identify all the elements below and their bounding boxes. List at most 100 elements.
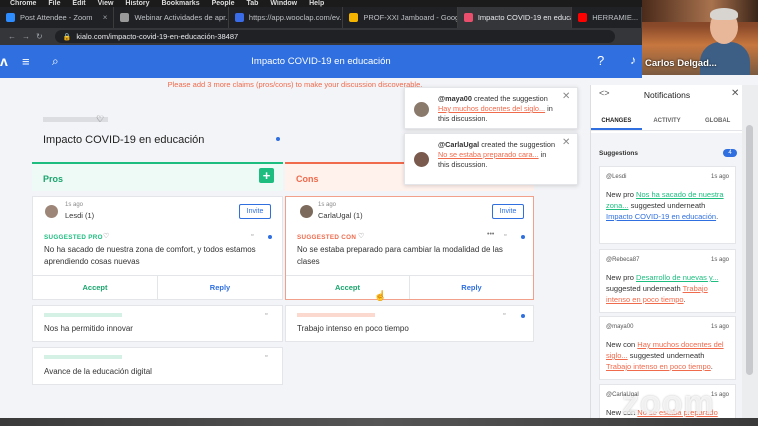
scrollbar-thumb[interactable] xyxy=(746,125,753,375)
url-field[interactable]: 🔒 kialo.com/impacto-covid-19-en-educación… xyxy=(54,30,615,43)
suggested-con-tag: SUGGESTED CON xyxy=(297,234,357,241)
suggested-pro-tag: SUGGESTED PRO xyxy=(44,234,103,241)
browser-tab[interactable]: Webinar Actividades de apr...× xyxy=(114,7,229,28)
timestamp: 1s ago xyxy=(65,202,84,208)
close-icon[interactable]: ✕ xyxy=(562,92,570,102)
browser-tab-strip: Post Attendee - Zoom × Webinar Actividade… xyxy=(0,7,642,28)
unread-dot-icon xyxy=(521,314,525,318)
con-claim-card[interactable]: ▫ Trabajo intenso en poco tiempo xyxy=(285,305,534,342)
menu-tab[interactable]: Tab xyxy=(246,0,258,7)
kialo-header: ʌ ≡ ⌕ Impacto COVID-19 en educación ? ♪ xyxy=(0,45,642,78)
section-label: Suggestions xyxy=(599,150,639,157)
accept-button[interactable]: Accept xyxy=(33,276,158,299)
suggestion-toast[interactable]: @maya00 created the suggestion Hay mucho… xyxy=(404,87,578,129)
tab-activity[interactable]: ACTIVITY xyxy=(642,113,693,130)
heart-icon[interactable]: ♡ xyxy=(96,114,104,125)
kialo-favicon-icon xyxy=(463,13,473,22)
browser-tab[interactable]: https://app.wooclap.com/ev...× xyxy=(229,7,344,28)
comment-icon[interactable]: ▫ xyxy=(503,311,505,318)
claim-text[interactable]: No ha sacado de nuestra zona de comfort,… xyxy=(44,244,274,268)
notification-item[interactable]: @maya00 1s ago New con Hay muchos docente… xyxy=(599,316,736,380)
browser-tab[interactable]: HERRAMIE... xyxy=(572,7,642,28)
reply-button[interactable]: Reply xyxy=(158,276,282,299)
claim-text: Nos ha permitido innovar xyxy=(44,324,133,333)
webcam-video: Carlos Delgad... xyxy=(642,0,758,75)
comment-icon[interactable]: ▫ xyxy=(265,353,267,360)
notifications-panel: <> Notifications ✕ CHANGES ACTIVITY GLOB… xyxy=(590,85,743,426)
suggestion-link[interactable]: No se estaba preparado cara... xyxy=(438,150,539,159)
scrollbar[interactable] xyxy=(742,85,758,426)
menu-history[interactable]: History xyxy=(125,0,149,7)
lock-icon: 🔒 xyxy=(62,33,72,41)
bell-icon[interactable]: ♪ xyxy=(630,53,636,67)
notifications-tabs: CHANGES ACTIVITY GLOBAL xyxy=(591,113,743,131)
reply-button[interactable]: Reply xyxy=(410,276,533,299)
more-options-icon[interactable]: ••• xyxy=(487,231,494,238)
notifications-list: Suggestions 4 @Lesdi 1s ago New pro Nos h… xyxy=(591,133,743,426)
menu-bookmarks[interactable]: Bookmarks xyxy=(161,0,199,7)
browser-tab[interactable]: PROF-XXI Jamboard - Googl...× xyxy=(343,7,458,28)
suggestion-link[interactable]: Hay muchos docentes del siglo... xyxy=(438,104,545,113)
tab-global[interactable]: GLOBAL xyxy=(692,113,743,130)
notification-item[interactable]: @Lesdi 1s ago New pro Nos ha sacado de nu… xyxy=(599,166,736,244)
unread-dot-icon xyxy=(276,137,280,141)
invite-button[interactable]: Invite xyxy=(492,204,524,219)
comment-icon[interactable]: ▫ xyxy=(265,311,267,318)
avatar xyxy=(414,102,429,117)
accept-button[interactable]: Accept xyxy=(286,276,410,299)
browser-tab-active[interactable]: Impacto COVID-19 en educa...× xyxy=(457,7,573,28)
zoom-favicon-icon xyxy=(6,13,15,22)
menu-file[interactable]: File xyxy=(48,0,60,7)
suggestion-toast[interactable]: @CarlaUgal created the suggestion No se … xyxy=(404,133,578,185)
menu-view[interactable]: View xyxy=(98,0,114,7)
avatar xyxy=(45,205,58,218)
add-pro-button[interactable]: + xyxy=(259,168,274,183)
invite-button[interactable]: Invite xyxy=(239,204,271,219)
close-tab-icon[interactable]: × xyxy=(103,13,108,22)
help-icon[interactable]: ? xyxy=(597,53,604,68)
menu-help[interactable]: Help xyxy=(309,0,324,7)
page-title: Impacto COVID-19 en educación xyxy=(251,56,391,67)
author-name[interactable]: CarlaUgal (1) xyxy=(318,211,363,220)
webcam-participant-name: Carlos Delgad... xyxy=(645,58,717,69)
claim-text[interactable]: No se estaba preparado para cambiar la m… xyxy=(297,244,525,268)
screen: Chrome File Edit View History Bookmarks … xyxy=(0,0,758,426)
mouse-cursor-icon: ☝ xyxy=(374,291,387,302)
browser-tab[interactable]: Post Attendee - Zoom × xyxy=(0,7,115,28)
author-name[interactable]: Lesdi (1) xyxy=(65,211,94,220)
discussion-title: Impacto COVID-19 en educación xyxy=(43,134,205,146)
page-favicon-icon xyxy=(120,13,130,22)
card-actions: Accept Reply xyxy=(286,275,533,299)
pros-column-header: Pros xyxy=(32,162,283,191)
jamboard-favicon-icon xyxy=(349,13,359,22)
count-badge: 4 xyxy=(723,149,737,157)
close-icon[interactable]: ✕ xyxy=(731,88,739,99)
timestamp: 1s ago xyxy=(318,202,337,208)
suggested-pro-card[interactable]: 1s ago Lesdi (1) Invite SUGGESTED PRO ♡ … xyxy=(32,196,283,300)
comment-icon[interactable]: ▫ xyxy=(251,232,253,239)
menu-window[interactable]: Window xyxy=(270,0,297,7)
back-forward-reload-icon[interactable]: ←→↻ xyxy=(8,32,49,41)
notification-item[interactable]: @Rebeca87 1s ago New pro Desarrollo de nu… xyxy=(599,249,736,313)
heart-icon[interactable]: ♡ xyxy=(358,232,364,240)
avatar xyxy=(300,205,313,218)
menu-edit[interactable]: Edit xyxy=(72,0,85,7)
menu-people[interactable]: People xyxy=(212,0,235,7)
heart-icon[interactable]: ♡ xyxy=(103,232,109,240)
claim-text: Trabajo intenso en poco tiempo xyxy=(297,324,409,333)
card-actions: Accept Reply xyxy=(33,275,282,299)
avatar xyxy=(414,152,429,167)
menu-chrome[interactable]: Chrome xyxy=(10,0,36,7)
wooclap-favicon-icon xyxy=(234,13,244,22)
unread-dot-icon xyxy=(268,235,272,239)
pro-claim-card[interactable]: ▫ Avance de la educación digital xyxy=(32,347,283,385)
close-icon[interactable]: ✕ xyxy=(562,138,570,148)
notifications-title: Notifications xyxy=(643,90,691,100)
comment-icon[interactable]: ▫ xyxy=(504,232,506,239)
unread-dot-icon xyxy=(521,235,525,239)
address-bar: ←→↻ 🔒 kialo.com/impacto-covid-19-en-educa… xyxy=(0,28,642,45)
pro-claim-card[interactable]: ▫ Nos ha permitido innovar xyxy=(32,305,283,342)
claim-text: Avance de la educación digital xyxy=(44,367,152,376)
suggested-con-card[interactable]: 1s ago CarlaUgal (1) Invite SUGGESTED CO… xyxy=(285,196,534,302)
tab-changes[interactable]: CHANGES xyxy=(591,113,642,130)
